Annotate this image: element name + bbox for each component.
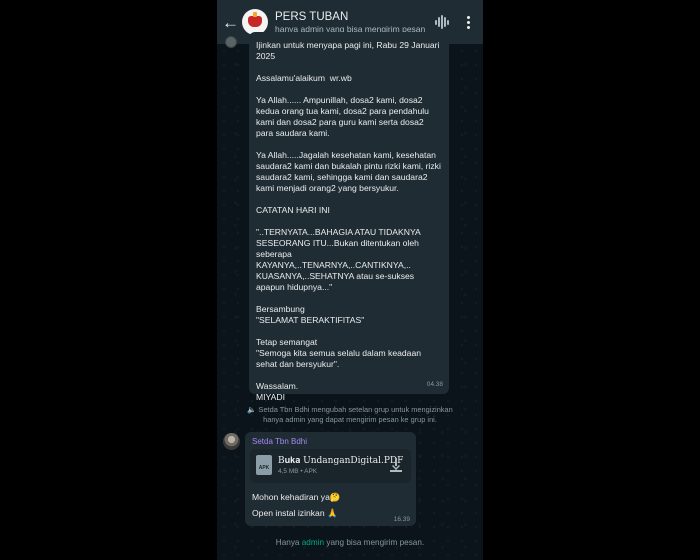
- sender-name[interactable]: Setda Tbn Bdhi: [252, 437, 307, 446]
- speaker-icon: 🔈: [247, 405, 257, 414]
- message-text-line: Mohon kehadiran ya🤔: [252, 492, 341, 502]
- more-vertical-icon[interactable]: [463, 15, 473, 29]
- document-meta: 4,5 MB • APK: [278, 468, 318, 475]
- chat-screen: ← PERS TUBAN hanya admin yang bisa mengi…: [217, 0, 483, 560]
- message-bubble[interactable]: Setda Tbn Bdhi APK B𝐮𝐤𝐚 UndanganDigital.…: [245, 432, 416, 526]
- admin-only-notice: Hanya admin yang bisa mengirim pesan.: [217, 538, 483, 547]
- group-info[interactable]: PERS TUBAN hanya admin yang bisa mengiri…: [275, 10, 435, 35]
- message-text: Ijinkan untuk menyapa pagi ini, Rabu 29 …: [256, 40, 441, 402]
- download-icon[interactable]: [390, 458, 402, 472]
- notice-prefix: Hanya: [275, 538, 300, 547]
- message-time: 04.38: [426, 381, 443, 388]
- system-message-text: Setda Tbn Bdhi mengubah setelan grup unt…: [258, 405, 453, 424]
- voice-chat-icon[interactable]: [435, 15, 449, 29]
- sender-avatar[interactable]: [223, 433, 240, 450]
- document-name: B𝐮𝐤𝐚 UndanganDigital.PDF: [278, 456, 404, 466]
- notice-suffix: yang bisa mengirim pesan.: [326, 538, 425, 547]
- message-bubble[interactable]: Ijinkan untuk menyapa pagi ini, Rabu 29 …: [249, 32, 449, 402]
- message-time: 16.39: [393, 516, 410, 523]
- sender-avatar[interactable]: [225, 36, 237, 48]
- admin-link[interactable]: admin: [302, 538, 324, 547]
- message-text-line: Open instal izinkan 🙏: [252, 508, 338, 518]
- system-message: 🔈 Setda Tbn Bdhi mengubah setelan grup u…: [237, 405, 463, 425]
- arrow-left-icon[interactable]: ←: [222, 14, 242, 31]
- document-attachment[interactable]: APK B𝐮𝐤𝐚 UndanganDigital.PDF 4,5 MB • AP…: [250, 449, 411, 483]
- file-icon: APK: [256, 455, 272, 475]
- group-name: PERS TUBAN: [275, 10, 349, 23]
